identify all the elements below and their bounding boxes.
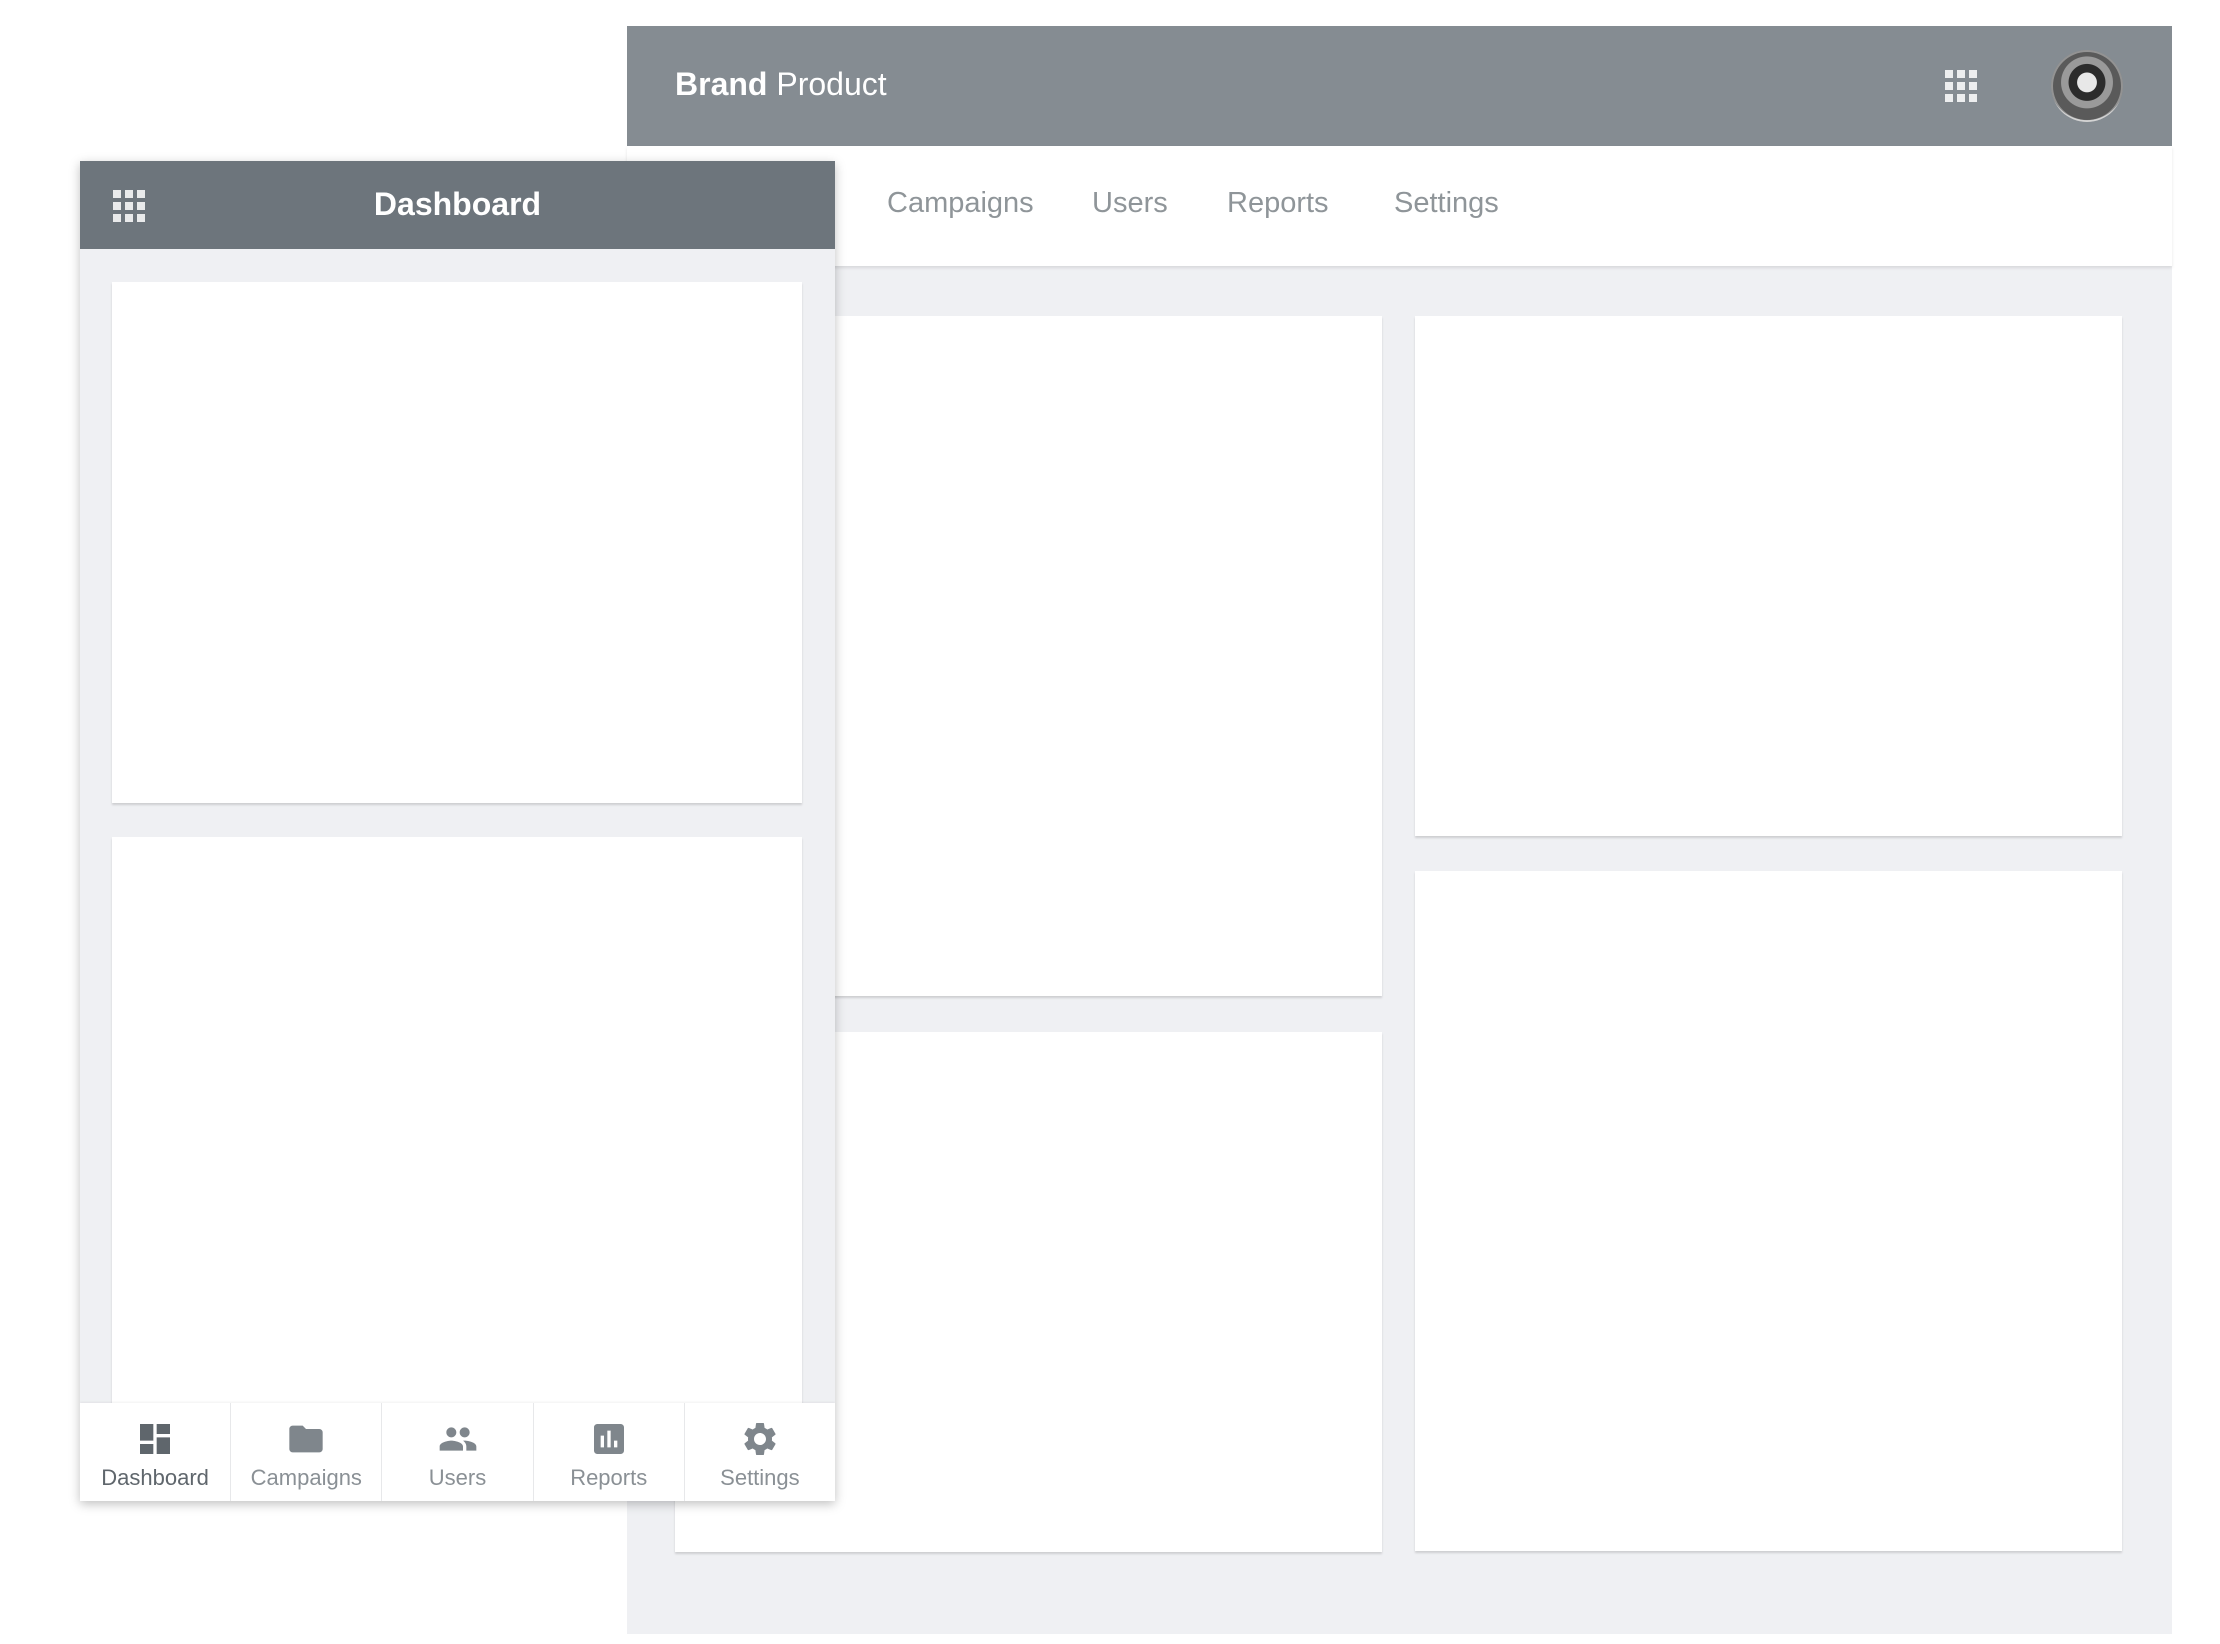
bottom-nav-dashboard[interactable]: Dashboard — [80, 1403, 232, 1501]
people-icon — [439, 1427, 476, 1451]
dashboard-icon — [140, 1424, 171, 1454]
brand-name: Brand — [675, 66, 768, 102]
bottom-nav: Dashboard Campaigns Users Reports Settin… — [80, 1403, 835, 1501]
bottom-nav-label: Users — [428, 1465, 487, 1490]
tab-campaigns[interactable]: Campaigns — [887, 189, 1034, 218]
bottom-nav-label: Reports — [570, 1465, 648, 1490]
desktop-window: Brand Product Campaigns Users Reports Se… — [627, 26, 2172, 1634]
dashboard-card — [112, 837, 802, 1437]
apps-grid-icon[interactable] — [1945, 70, 1977, 102]
bottom-nav-label: Campaigns — [250, 1465, 362, 1490]
desktop-nav-bar: Campaigns Users Reports Settings — [627, 146, 2172, 266]
mobile-window: Dashboard Dashboard Campaigns Users Repo… — [80, 161, 835, 1501]
bottom-nav-settings[interactable]: Settings — [685, 1403, 835, 1501]
folder-icon — [289, 1425, 323, 1453]
dashboard-card — [112, 282, 802, 803]
tab-settings[interactable]: Settings — [1394, 189, 1499, 218]
dashboard-card — [1415, 316, 2122, 836]
bar-chart-icon — [593, 1424, 624, 1454]
dashboard-card — [1415, 871, 2122, 1551]
brand-logo[interactable]: Brand Product — [675, 68, 887, 100]
bottom-nav-users[interactable]: Users — [382, 1403, 534, 1501]
bottom-nav-campaigns[interactable]: Campaigns — [231, 1403, 383, 1501]
product-name: Product — [776, 66, 887, 102]
user-avatar[interactable] — [2051, 50, 2123, 122]
page-title: Dashboard — [373, 186, 542, 222]
tab-users[interactable]: Users — [1092, 189, 1168, 218]
gear-icon — [744, 1423, 776, 1455]
bottom-nav-label: Dashboard — [101, 1465, 209, 1490]
bottom-nav-reports[interactable]: Reports — [534, 1403, 685, 1501]
mobile-header: Dashboard — [80, 161, 835, 249]
tab-reports[interactable]: Reports — [1227, 189, 1329, 218]
desktop-header: Brand Product — [627, 26, 2172, 146]
bottom-nav-label: Settings — [720, 1465, 800, 1490]
